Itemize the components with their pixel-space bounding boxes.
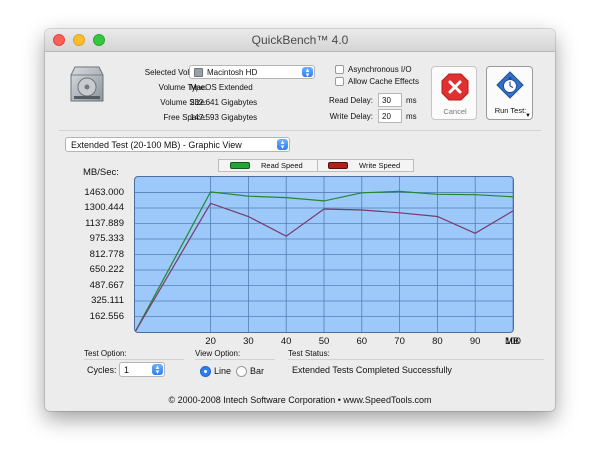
chart-legend: Read Speed Write Speed — [218, 159, 414, 172]
x-axis-label: MB — [505, 336, 520, 347]
legend-write-label: Write Speed — [359, 161, 401, 170]
write-delay-unit: ms — [406, 112, 417, 121]
x-tick-label: 70 — [394, 336, 405, 347]
write-delay-input[interactable]: 20 — [378, 109, 402, 123]
view-bar-label: Bar — [250, 366, 265, 376]
view-option-separator — [195, 359, 275, 360]
y-axis-label: MB/Sec: — [83, 167, 119, 178]
cancel-button[interactable]: Cancel — [431, 66, 477, 120]
y-tick-label: 1300.444 — [84, 202, 124, 214]
volume-type-value: MacOS Extended — [190, 83, 253, 92]
view-line-radio[interactable] — [200, 366, 211, 377]
y-tick-label: 812.778 — [89, 248, 124, 260]
x-tick-label: 30 — [243, 336, 254, 347]
test-option-separator — [84, 359, 184, 360]
drive-icon — [194, 68, 203, 77]
volume-size-value: 232.641 Gigabytes — [190, 98, 258, 107]
run-test-button[interactable]: Run Test: ▼ — [486, 66, 533, 120]
test-mode-select[interactable]: Extended Test (20-100 MB) - Graphic View… — [65, 137, 290, 152]
async-io-label: Asynchronous I/O — [348, 65, 412, 74]
read-delay-input[interactable]: 30 — [378, 93, 402, 107]
y-tick-label: 650.222 — [89, 264, 124, 276]
separator — [59, 130, 541, 131]
y-tick-label: 1137.889 — [85, 217, 124, 229]
y-tick-label: 975.333 — [89, 233, 124, 245]
cycles-label: Cycles: — [87, 365, 117, 375]
cache-effects-checkbox[interactable] — [335, 77, 344, 86]
volume-select[interactable]: Macintosh HD ▴ ▾ — [189, 65, 315, 79]
read-delay-unit: ms — [406, 96, 417, 105]
y-tick-label: 487.667 — [89, 279, 124, 291]
write-delay-label: Write Delay: — [329, 112, 373, 121]
y-tick-label: 162.556 — [89, 310, 124, 322]
x-tick-label: 50 — [318, 336, 330, 347]
view-line-label: Line — [214, 366, 232, 376]
chevron-updown-icon: ▴ ▾ — [302, 67, 313, 79]
window-title: QuickBench™ 4.0 — [251, 33, 349, 47]
x-tick-label: 60 — [356, 336, 368, 347]
async-io-checkbox[interactable] — [335, 65, 344, 74]
cancel-label: Cancel — [443, 107, 467, 116]
x-tick-label: 80 — [432, 336, 443, 347]
dropdown-arrow-icon: ▼ — [525, 113, 531, 119]
volume-select-value: Macintosh HD — [207, 68, 258, 77]
cycles-select[interactable]: 1 ▴ ▾ — [119, 362, 165, 377]
test-option-label: Test Option: — [84, 349, 127, 358]
free-space-value: 147.593 Gigabytes — [190, 113, 258, 122]
stopwatch-icon — [496, 71, 524, 101]
app-window: QuickBench™ 4.0 Selected Volume: Macinto… — [45, 29, 555, 411]
speed-chart — [135, 177, 513, 332]
radio-dot — [204, 370, 207, 373]
legend-read-label: Read Speed — [261, 161, 303, 170]
view-option-label: View Option: — [195, 349, 241, 358]
title-bar: QuickBench™ 4.0 — [45, 29, 555, 52]
y-tick-label: 1463.000 — [84, 186, 124, 198]
test-mode-value: Extended Test (20-100 MB) - Graphic View — [71, 140, 242, 150]
x-tick-label: 90 — [469, 336, 481, 347]
read-delay-label: Read Delay: — [328, 96, 373, 105]
view-bar-radio[interactable] — [236, 366, 247, 377]
test-status-label: Test Status: — [288, 349, 330, 358]
stop-icon — [441, 73, 469, 101]
read-speed-swatch — [230, 162, 250, 169]
test-status-value: Extended Tests Completed Successfully — [292, 365, 452, 375]
chevron-updown-icon: ▴ ▾ — [152, 364, 163, 376]
cache-effects-label: Allow Cache Effects — [348, 77, 419, 86]
chart-plot-area — [134, 176, 514, 333]
x-tick-label: 40 — [280, 336, 292, 347]
cycles-value: 1 — [124, 365, 130, 375]
footer-copyright: © 2000-2008 Intech Software Corporation … — [168, 395, 432, 405]
legend-divider — [317, 160, 318, 171]
y-tick-label: 325.111 — [91, 295, 124, 306]
test-status-separator — [288, 359, 544, 360]
chevron-updown-icon: ▴ ▾ — [277, 139, 288, 151]
x-tick-label: 20 — [205, 336, 216, 347]
write-speed-swatch — [328, 162, 348, 169]
